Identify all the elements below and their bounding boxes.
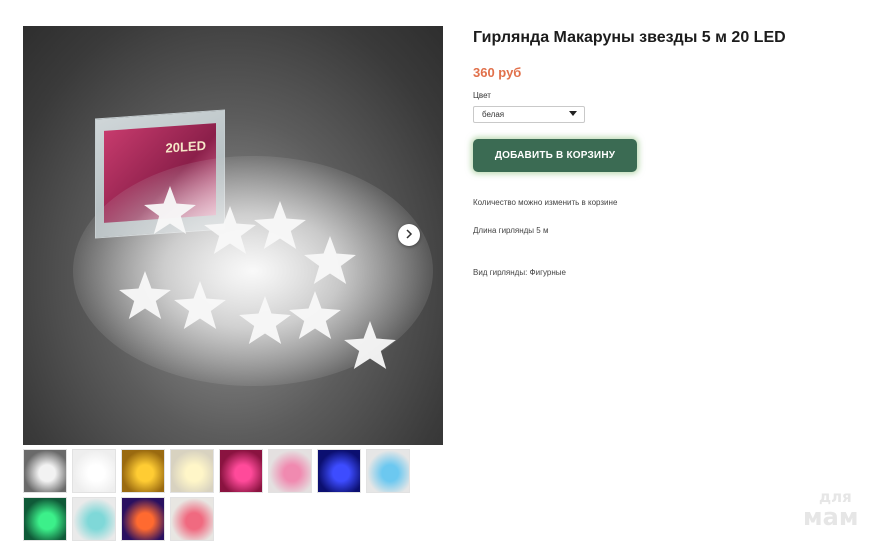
watermark-logo: для мам: [803, 488, 859, 531]
add-to-cart-button[interactable]: ДОБАВИТЬ В КОРЗИНУ: [473, 139, 637, 172]
next-image-button[interactable]: [398, 224, 420, 246]
product-title: Гирлянда Макаруны звезды 5 м 20 LED: [473, 29, 786, 46]
thumbnail[interactable]: [23, 449, 67, 493]
thumbnail[interactable]: [268, 449, 312, 493]
garland-type: Вид гирлянды: Фигурные: [473, 268, 566, 277]
color-select[interactable]: белая: [473, 106, 585, 123]
chevron-right-icon: [405, 226, 413, 244]
thumbnail[interactable]: [72, 449, 116, 493]
thumbnail[interactable]: [23, 497, 67, 541]
quantity-note: Количество можно изменить в корзине: [473, 198, 618, 207]
thumbnail[interactable]: [121, 497, 165, 541]
thumbnail[interactable]: [170, 449, 214, 493]
caret-down-icon: [569, 111, 577, 116]
main-product-image: 20LED: [23, 26, 443, 445]
color-label: Цвет: [473, 91, 491, 100]
product-price: 360 руб: [473, 65, 522, 80]
thumbnail[interactable]: [366, 449, 410, 493]
thumbnail[interactable]: [121, 449, 165, 493]
thumbnail[interactable]: [317, 449, 361, 493]
thumbnail[interactable]: [219, 449, 263, 493]
box-label: 20LED: [165, 137, 206, 156]
garland-length: Длина гирлянды 5 м: [473, 226, 549, 235]
thumbnail[interactable]: [72, 497, 116, 541]
color-select-value: белая: [482, 110, 505, 119]
thumbnail[interactable]: [170, 497, 214, 541]
